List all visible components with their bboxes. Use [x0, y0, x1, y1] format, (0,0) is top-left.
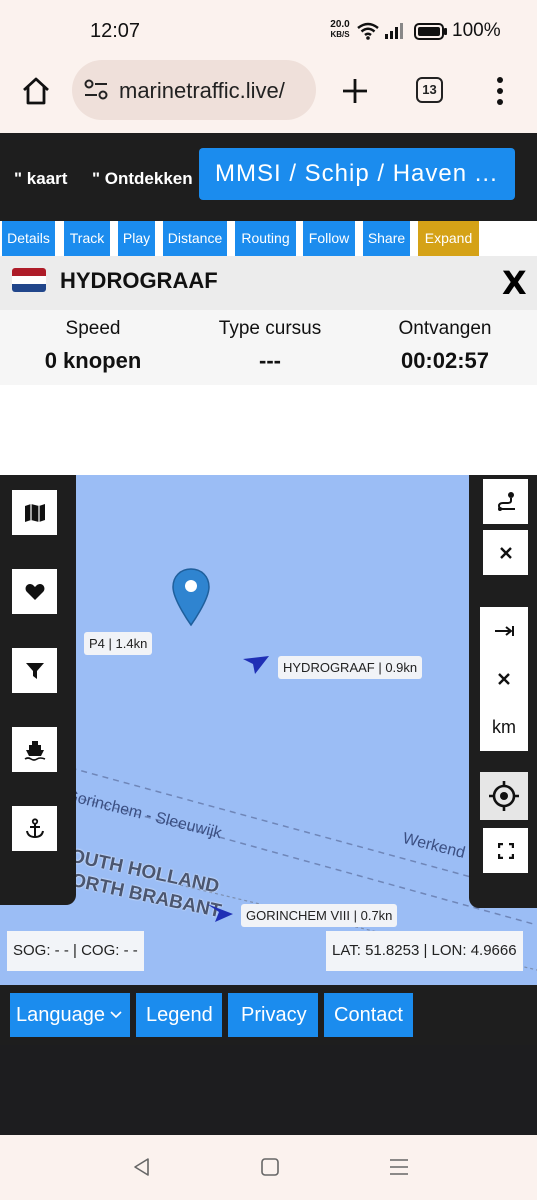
vessels-button[interactable]	[12, 727, 57, 772]
tab-details[interactable]: Details	[2, 221, 55, 256]
signal-icon	[385, 23, 403, 39]
vessel-tab-row: Details Track Play Distance Routing Foll…	[0, 221, 537, 256]
flag-stripe-bottom	[12, 284, 46, 292]
tab-expand[interactable]: Expand	[418, 221, 479, 256]
back-icon[interactable]	[132, 1157, 152, 1177]
browser-toolbar: marinetraffic.live/ 13	[0, 60, 537, 133]
stat-course: Type cursus ---	[180, 318, 360, 374]
crosshair-icon	[489, 781, 519, 811]
content-spacer	[0, 385, 537, 475]
site-settings-icon[interactable]	[84, 79, 108, 101]
map-label-hydrograaf[interactable]: HYDROGRAAF | 0.9kn	[278, 656, 423, 679]
netherlands-flag-icon	[12, 268, 46, 292]
nav-link-ontdekken[interactable]: " Ontdekken	[92, 169, 193, 189]
url-bar[interactable]: marinetraffic.live/	[72, 60, 316, 120]
stat-course-label: Type cursus	[218, 318, 322, 339]
stat-speed-label: Speed	[65, 318, 121, 339]
favorites-button[interactable]	[12, 569, 57, 614]
location-pin-icon[interactable]	[171, 567, 211, 627]
close-button[interactable]: X	[502, 264, 527, 302]
ship-icon	[24, 740, 45, 761]
screen: 12:07 20.0 KB/S 100% marinetraffic.live/…	[0, 0, 537, 1200]
stat-received-label: Ontvangen	[398, 318, 492, 339]
language-label: Language	[16, 1004, 105, 1026]
nav-link-kaart[interactable]: " kaart	[14, 169, 67, 189]
flag-stripe-middle	[12, 276, 46, 284]
map-left-toolbar	[0, 475, 76, 905]
close-icon	[498, 673, 510, 685]
chevron-down-icon	[110, 1011, 122, 1019]
stat-received: Ontvangen 00:02:57	[355, 318, 535, 374]
tab-track[interactable]: Track	[64, 221, 110, 256]
map-layers-button[interactable]	[12, 490, 57, 535]
status-bar: 12:07 20.0 KB/S 100%	[0, 0, 537, 60]
measure-arrow-icon	[495, 626, 514, 636]
network-speed-unit: KB/S	[330, 30, 350, 39]
map-label-p4[interactable]: P4 | 1.4kn	[84, 632, 153, 655]
more-options-icon[interactable]	[494, 76, 506, 106]
locate-button[interactable]	[480, 772, 528, 820]
url-text: marinetraffic.live/	[119, 78, 285, 103]
fullscreen-button[interactable]	[483, 828, 528, 873]
map-icon	[24, 503, 45, 522]
map-right-toolbar: km	[469, 475, 537, 908]
contact-link[interactable]: Contact	[324, 993, 413, 1037]
route-button[interactable]	[483, 479, 528, 524]
heart-icon	[25, 583, 44, 600]
flag-stripe-top	[12, 268, 46, 276]
tab-share[interactable]: Share	[363, 221, 410, 256]
status-time: 12:07	[90, 20, 141, 42]
tab-distance[interactable]: Distance	[163, 221, 227, 256]
map-label-gorinchem[interactable]: GORINCHEM VIII | 0.7kn	[241, 904, 398, 927]
search-input[interactable]: MMSI / Schip / Haven ...	[199, 148, 515, 200]
ports-button[interactable]	[12, 806, 57, 851]
stat-received-value: 00:02:57	[400, 348, 490, 373]
vessel-name: HYDROGRAAF	[60, 268, 218, 293]
vessel-header: HYDROGRAAF X	[0, 256, 537, 310]
anchor-icon	[25, 817, 44, 838]
route-icon	[497, 491, 515, 511]
tab-routing[interactable]: Routing	[235, 221, 296, 256]
home-icon[interactable]	[20, 75, 52, 107]
network-speed: 20.0 KB/S	[326, 20, 354, 40]
filter-button[interactable]	[12, 648, 57, 693]
new-tab-icon[interactable]	[341, 77, 369, 105]
measure-distance-button[interactable]	[480, 607, 528, 655]
page-bottom-fill	[0, 1045, 537, 1135]
clear-route-button[interactable]	[483, 530, 528, 575]
tab-switcher-button[interactable]: 13	[416, 77, 443, 103]
clear-measure-button[interactable]	[480, 655, 528, 703]
legend-button[interactable]: Legend	[136, 993, 222, 1037]
fullscreen-icon	[497, 842, 514, 859]
map[interactable]: Gorinchem - Sleeuwijk Werkend SOUTH HOLL…	[0, 475, 537, 985]
site-footer: Language Legend Privacy Contact	[0, 985, 537, 1045]
privacy-link[interactable]: Privacy	[228, 993, 318, 1037]
lat-lon-readout: LAT: 51.8253 | LON: 4.9666	[326, 931, 523, 971]
language-select[interactable]: Language	[10, 993, 130, 1037]
recents-icon[interactable]	[388, 1157, 410, 1177]
close-icon	[499, 546, 512, 559]
sog-cog-readout: SOG: - - | COG: - -	[7, 931, 144, 971]
distance-unit-button[interactable]: km	[480, 703, 528, 751]
stat-speed-value: 0 knopen	[44, 348, 142, 373]
ship-arrow-icon[interactable]	[205, 902, 235, 924]
ship-arrow-icon[interactable]	[241, 654, 271, 676]
filter-icon	[25, 662, 44, 679]
battery-percent: 100%	[452, 20, 501, 41]
wifi-icon	[357, 22, 379, 40]
home-nav-icon[interactable]	[260, 1157, 280, 1177]
battery-icon	[414, 23, 447, 40]
vessel-stats: Speed 0 knopen Type cursus --- Ontvangen…	[0, 310, 537, 385]
tab-play[interactable]: Play	[118, 221, 155, 256]
tab-follow[interactable]: Follow	[303, 221, 355, 256]
site-nav: " kaart " Ontdekken MMSI / Schip / Haven…	[0, 133, 537, 221]
network-speed-value: 20.0	[330, 19, 350, 30]
stat-course-value: ---	[259, 348, 281, 373]
android-nav-bar	[0, 1135, 537, 1200]
stat-speed: Speed 0 knopen	[3, 318, 183, 374]
